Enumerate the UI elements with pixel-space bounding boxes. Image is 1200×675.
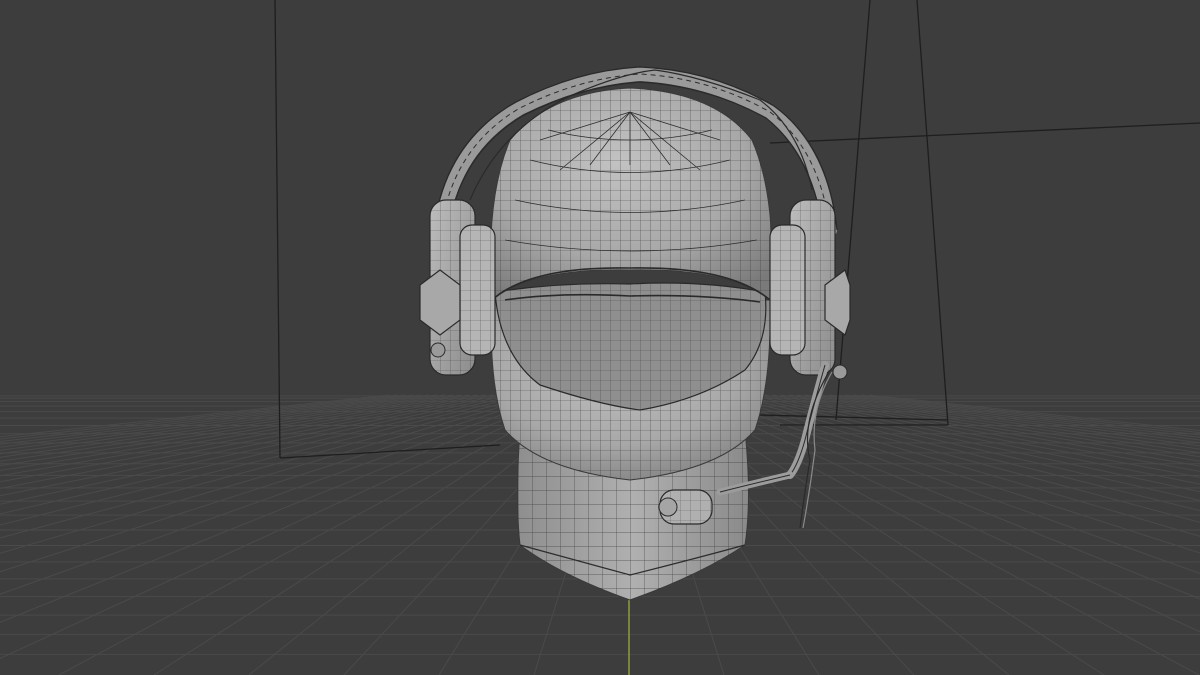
right-ear-cup: [769, 199, 851, 380]
grid-line: [58, 394, 582, 675]
3d-viewport[interactable]: [0, 0, 1200, 675]
microphone-head: [658, 489, 713, 525]
grid-line: [676, 394, 1200, 675]
grid-line: [844, 394, 1200, 438]
grid-line: [708, 394, 1200, 554]
head-model[interactable]: [419, 66, 851, 601]
grid-line: [804, 394, 1200, 454]
left-ear-cup: [419, 199, 496, 376]
grid-line: [788, 394, 1200, 462]
grid-line: [0, 394, 486, 483]
grid-line: [716, 394, 1200, 537]
grid-line: [0, 394, 510, 505]
grid-line: [0, 394, 574, 659]
grid-line: [0, 394, 478, 477]
grid-line: [868, 394, 1200, 432]
grid-line: [796, 394, 1200, 458]
viewport-canvas[interactable]: [0, 0, 1200, 675]
